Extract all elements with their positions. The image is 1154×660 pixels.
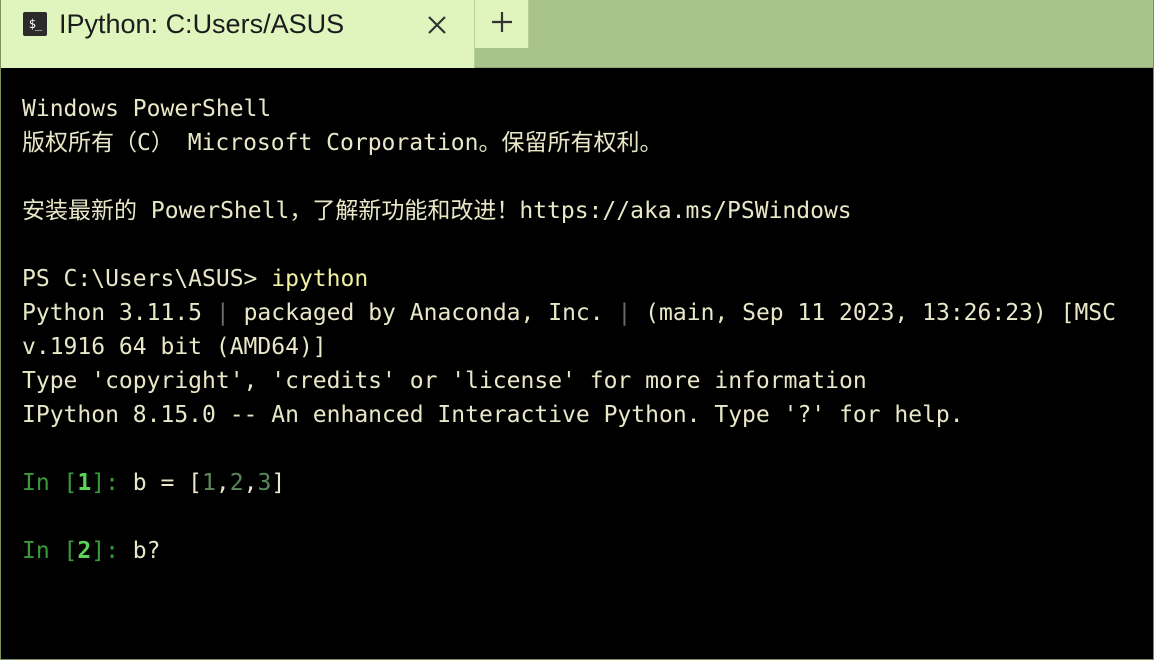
tab-title: IPython: C:Users/ASUS <box>59 9 345 39</box>
console-line-python-version: Python 3.11.5 | packaged by Anaconda, In… <box>22 296 1142 330</box>
console-line-ps-prompt: PS C:\Users\ASUS> ipython <box>22 262 1142 296</box>
new-tab-button[interactable] <box>475 0 529 48</box>
code-text: , <box>243 470 258 496</box>
console-line: 安装最新的 PowerShell，了解新功能和改进！https://aka.ms… <box>22 198 852 224</box>
python-version-b: packaged by Anaconda, Inc. <box>229 300 618 326</box>
plus-icon <box>492 12 512 32</box>
tab-bar: $_ IPython: C:Users/ASUS <box>1 0 1153 68</box>
code-number: 1 <box>202 470 216 496</box>
code-text: , <box>215 470 230 496</box>
console-line: 版权所有（C） Microsoft Corporation。保留所有权利。 <box>22 130 663 156</box>
terminal-icon: $_ <box>23 12 47 36</box>
python-version-a: Python 3.11.5 <box>22 300 216 326</box>
console-line: v.1916 64 bit (AMD64)] <box>22 334 327 360</box>
code-number: 2 <box>229 470 244 496</box>
python-version-c: (main, Sep 11 2023, 13:26:23) [MSC <box>631 300 1116 326</box>
tab-ipython[interactable]: $_ IPython: C:Users/ASUS <box>1 0 475 68</box>
ipython-input-2[interactable]: In [2]: b? <box>22 534 1142 568</box>
console-line: Type 'copyright', 'credits' or 'license'… <box>22 368 867 394</box>
in-prompt-prefix: In [ <box>22 538 78 564</box>
console-line: Windows PowerShell <box>22 96 272 122</box>
code-text: ] <box>271 470 286 496</box>
code-text: b? <box>132 538 161 564</box>
console-output[interactable]: Windows PowerShell 版权所有（C） Microsoft Cor… <box>22 92 1142 568</box>
in-prompt-suffix: ]: <box>91 470 133 496</box>
command-text: ipython <box>271 266 369 292</box>
ps-prompt: PS C:\Users\ASUS> <box>22 266 272 292</box>
close-icon[interactable] <box>421 9 453 41</box>
separator: | <box>617 300 632 326</box>
in-prompt-suffix: ]: <box>91 538 133 564</box>
terminal-window: $_ IPython: C:Users/ASUS Windows PowerSh… <box>0 0 1154 660</box>
in-prompt-number: 2 <box>77 538 92 564</box>
in-prompt-number: 1 <box>77 470 92 496</box>
separator: | <box>215 300 230 326</box>
console-line: IPython 8.15.0 -- An enhanced Interactiv… <box>22 402 964 428</box>
code-number: 3 <box>257 470 272 496</box>
in-prompt-prefix: In [ <box>22 470 78 496</box>
ipython-input-1: In [1]: b = [1,2,3] <box>22 466 1142 500</box>
code-text: b = [ <box>132 470 203 496</box>
